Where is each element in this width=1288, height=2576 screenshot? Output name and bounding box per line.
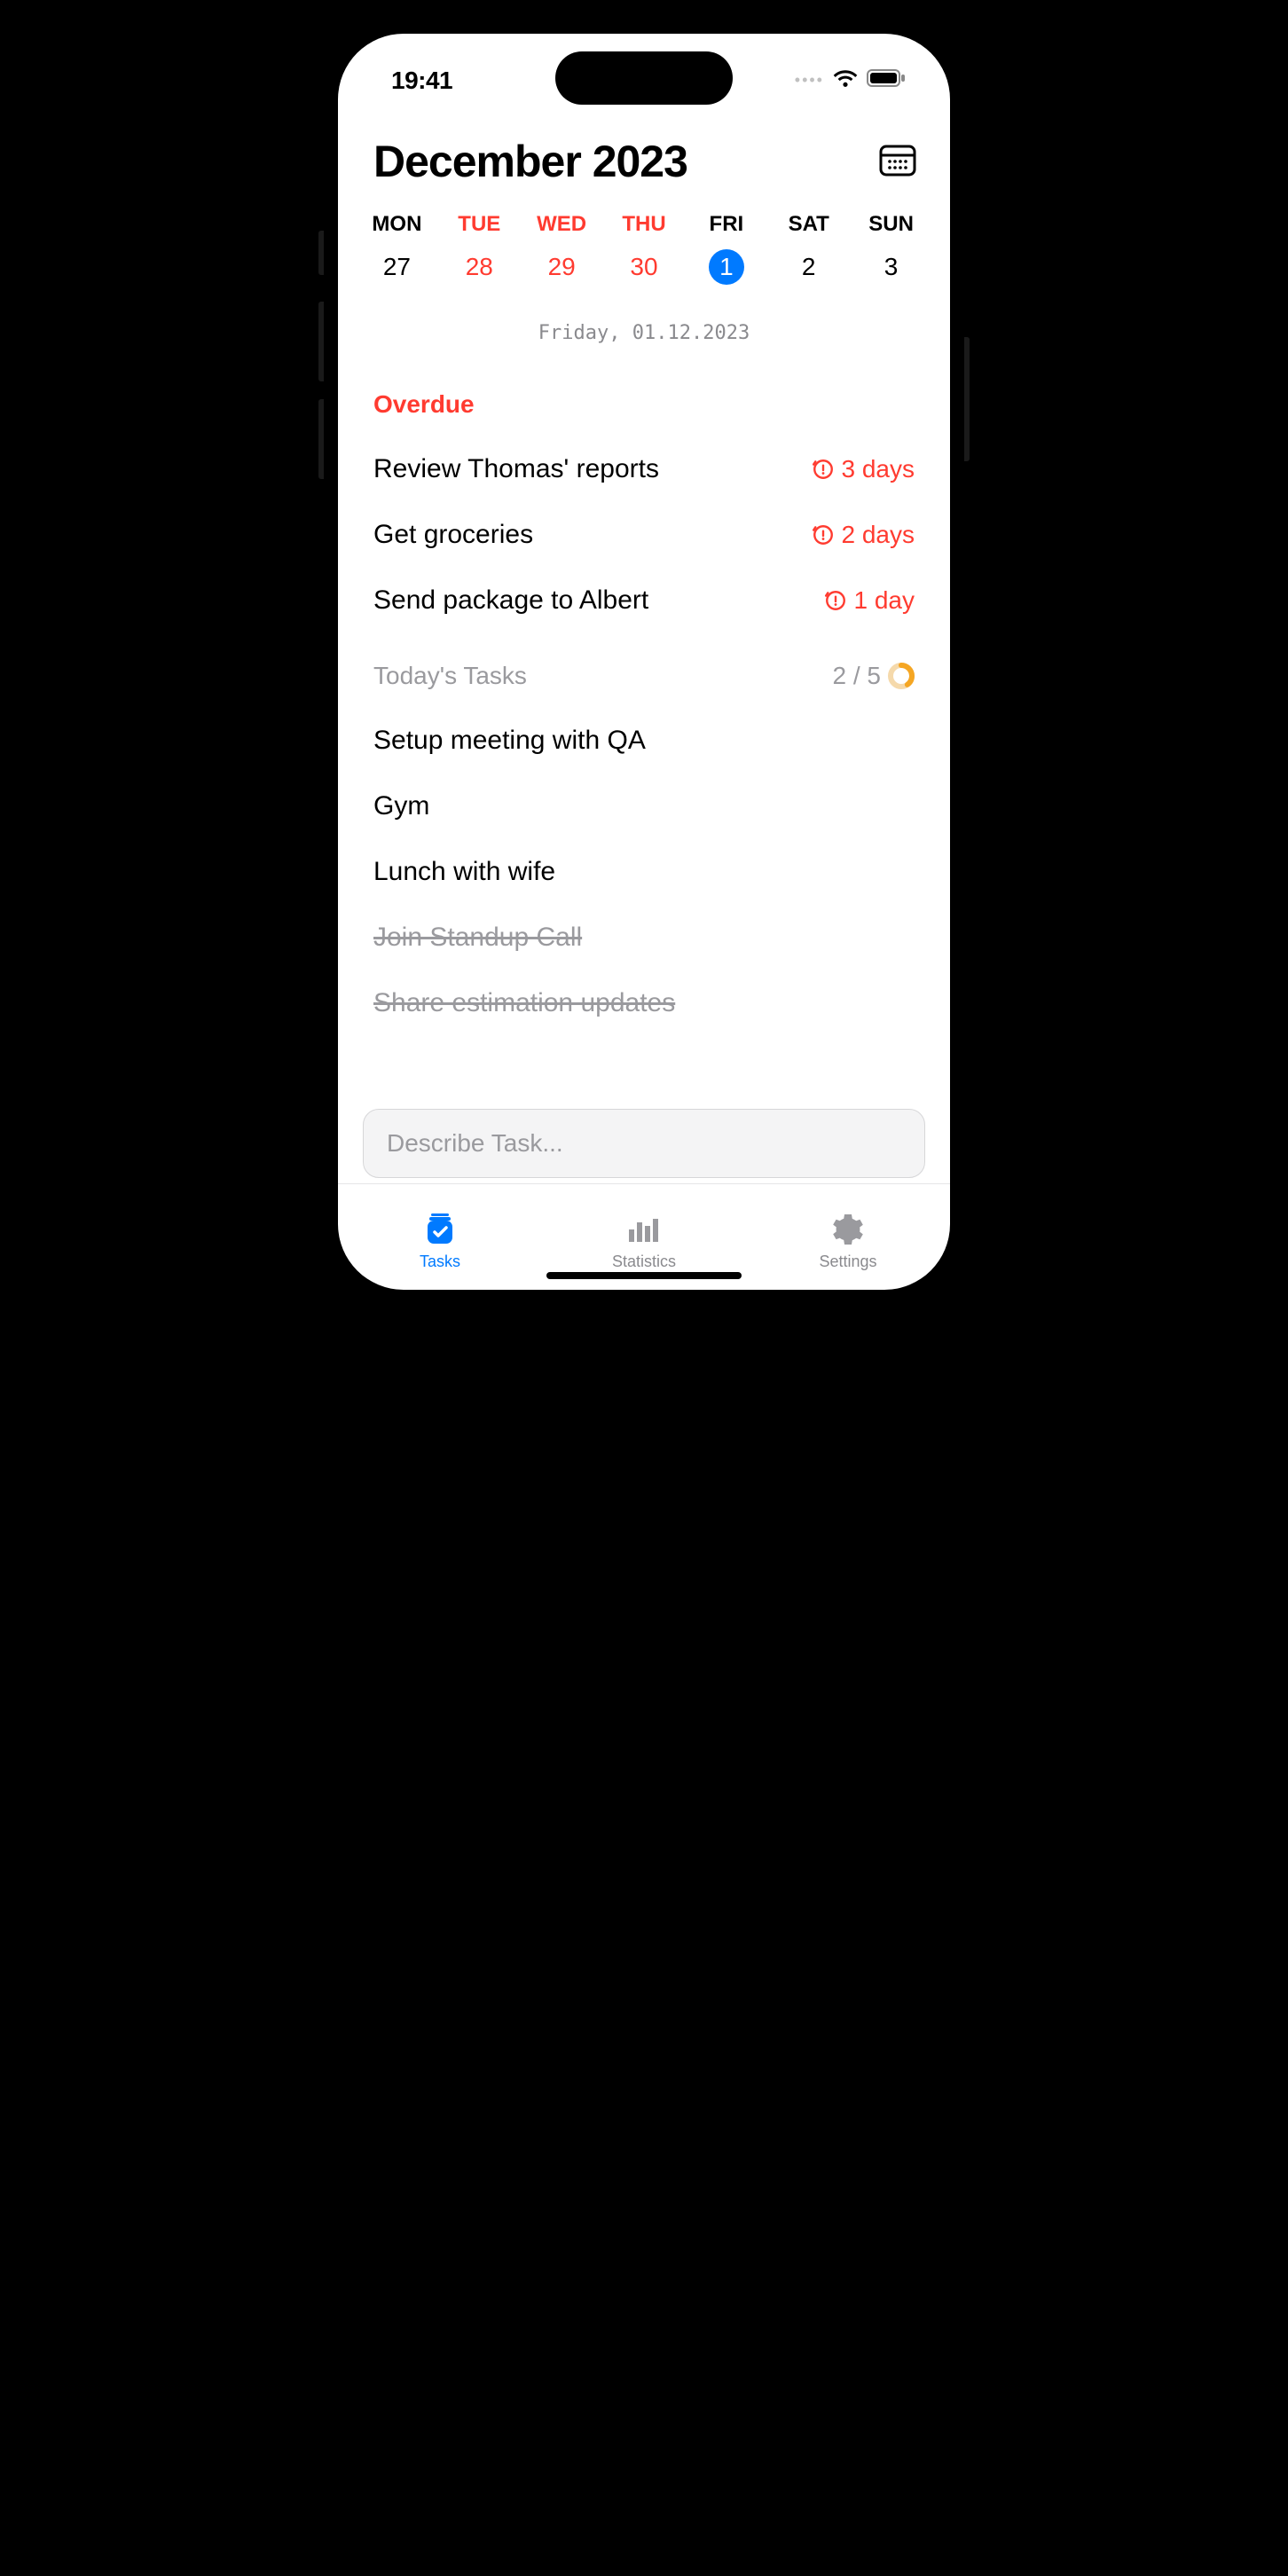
- overdue-clock-icon: [812, 458, 835, 481]
- today-task-row[interactable]: Lunch with wife: [373, 857, 915, 887]
- day-number: 28: [461, 249, 497, 285]
- today-list: Setup meeting with QA Gym Lunch with wife J…: [373, 726, 915, 1018]
- status-time: 19:41: [391, 67, 452, 95]
- settings-icon: [830, 1210, 866, 1249]
- overdue-title: Overdue: [373, 390, 475, 419]
- battery-icon: [867, 68, 906, 92]
- wifi-icon: [833, 68, 858, 92]
- overdue-clock-icon: [824, 589, 847, 612]
- input-area: [338, 1109, 950, 1183]
- current-date-label: Friday, 01.12.2023: [338, 322, 950, 344]
- power-button: [964, 337, 970, 461]
- dynamic-island: [555, 51, 733, 105]
- day-number: 27: [379, 249, 414, 285]
- day-name: MON: [372, 212, 421, 237]
- day-name: TUE: [458, 212, 500, 237]
- day-column-wed[interactable]: WED 29: [521, 212, 603, 285]
- content-scroll[interactable]: Overdue Review Thomas' reports 3 days Get …: [338, 344, 950, 1109]
- overdue-duration: 2 days: [842, 521, 915, 549]
- task-text: Join Standup Call: [373, 923, 582, 953]
- day-name: SUN: [868, 212, 914, 237]
- task-text: Send package to Albert: [373, 585, 648, 616]
- tab-label: Tasks: [420, 1253, 460, 1271]
- task-text: Setup meeting with QA: [373, 726, 646, 756]
- tab-tasks[interactable]: Tasks: [338, 1184, 542, 1290]
- today-title: Today's Tasks: [373, 662, 527, 690]
- day-column-sat[interactable]: SAT 2: [767, 212, 850, 285]
- day-column-sun[interactable]: SUN 3: [850, 212, 932, 285]
- overdue-section-header: Overdue: [373, 390, 915, 419]
- day-number: 3: [874, 249, 909, 285]
- day-name: SAT: [789, 212, 829, 237]
- overdue-badge: 2 days: [812, 521, 915, 549]
- calendar-icon: [879, 143, 916, 177]
- header: December 2023: [338, 109, 950, 196]
- screen: 19:41 •••• December 2023 MON 27 TUE 28 WED 29…: [338, 34, 950, 1290]
- day-column-fri[interactable]: FRI 1: [685, 212, 767, 285]
- day-name: THU: [622, 212, 665, 237]
- day-number: 29: [544, 249, 579, 285]
- day-number: 2: [791, 249, 827, 285]
- tab-label: Settings: [819, 1253, 876, 1271]
- volume-down-button: [318, 399, 324, 479]
- overdue-task-row[interactable]: Review Thomas' reports 3 days: [373, 454, 915, 484]
- volume-up-button: [318, 302, 324, 381]
- overdue-badge: 1 day: [824, 586, 915, 615]
- tab-settings[interactable]: Settings: [746, 1184, 950, 1290]
- today-task-row[interactable]: Gym: [373, 791, 915, 821]
- month-title: December 2023: [373, 136, 687, 187]
- overdue-clock-icon: [812, 523, 835, 546]
- overdue-list: Review Thomas' reports 3 days Get grocerie…: [373, 454, 915, 616]
- overdue-task-row[interactable]: Get groceries 2 days: [373, 520, 915, 550]
- task-text: Gym: [373, 791, 429, 821]
- day-name: FRI: [710, 212, 744, 237]
- progress-indicator: 2 / 5: [833, 662, 915, 690]
- task-text: Get groceries: [373, 520, 533, 550]
- cellular-dots-icon: ••••: [795, 71, 824, 90]
- progress-text: 2 / 5: [833, 662, 881, 690]
- day-column-mon[interactable]: MON 27: [356, 212, 438, 285]
- task-input[interactable]: [363, 1109, 925, 1178]
- overdue-badge: 3 days: [812, 455, 915, 483]
- today-task-row[interactable]: Share estimation updates: [373, 988, 915, 1018]
- tasks-icon: [420, 1210, 459, 1249]
- home-indicator[interactable]: [546, 1272, 742, 1279]
- phone-frame: 19:41 •••• December 2023 MON 27 TUE 28 WED 29…: [322, 18, 966, 1306]
- task-text: Lunch with wife: [373, 857, 555, 887]
- day-number: 30: [626, 249, 662, 285]
- calendar-button[interactable]: [879, 143, 916, 181]
- day-column-tue[interactable]: TUE 28: [438, 212, 521, 285]
- day-name: WED: [537, 212, 586, 237]
- day-column-thu[interactable]: THU 30: [603, 212, 686, 285]
- today-task-row[interactable]: Join Standup Call: [373, 923, 915, 953]
- task-text: Share estimation updates: [373, 988, 675, 1018]
- day-number: 1: [709, 249, 744, 285]
- today-section-header: Today's Tasks 2 / 5: [373, 662, 915, 690]
- overdue-task-row[interactable]: Send package to Albert 1 day: [373, 585, 915, 616]
- status-icons: ••••: [795, 68, 906, 92]
- stats-icon: [626, 1210, 662, 1249]
- progress-ring-icon: [888, 663, 915, 689]
- overdue-duration: 1 day: [854, 586, 915, 615]
- tab-label: Statistics: [612, 1253, 676, 1271]
- overdue-duration: 3 days: [842, 455, 915, 483]
- today-task-row[interactable]: Setup meeting with QA: [373, 726, 915, 756]
- week-strip: MON 27 TUE 28 WED 29 THU 30 FRI 1 SAT 2 SUN 3: [338, 196, 950, 285]
- task-text: Review Thomas' reports: [373, 454, 659, 484]
- side-button: [318, 231, 324, 275]
